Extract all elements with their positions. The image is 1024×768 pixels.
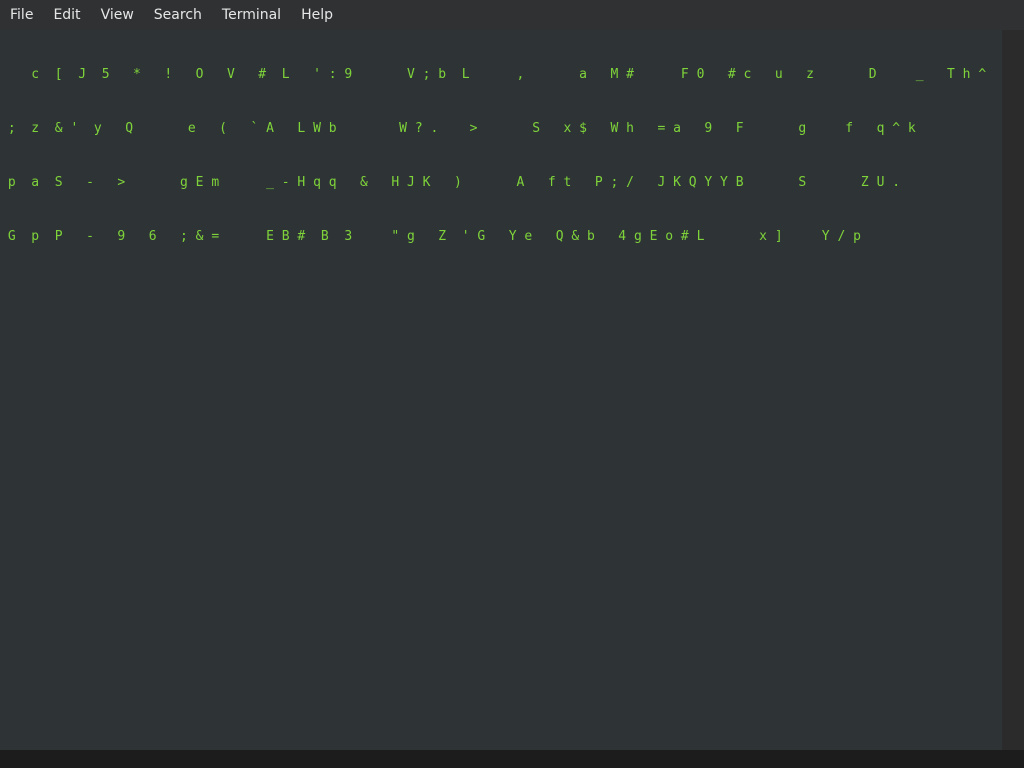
menu-file[interactable]: File (10, 7, 33, 23)
terminal-view[interactable]: c [ J 5 * ! O V # L ' : 9 V ; b L , a M … (0, 30, 1002, 750)
matrix-row: G p P - 9 6 ; & = E B # B 3 " g Z ' G Y … (0, 229, 861, 244)
menu-help[interactable]: Help (301, 7, 333, 23)
matrix-row: ; z & ' y Q e ( ` A L W b W ? . > S x $ … (0, 121, 916, 136)
matrix-rain: c [ J 5 * ! O V # L ' : 9 V ; b L , a M … (0, 30, 986, 282)
matrix-row: p a S - > g E m _ - H q q & H J K ) A f … (0, 175, 901, 190)
menu-search[interactable]: Search (154, 7, 202, 23)
menu-edit[interactable]: Edit (53, 7, 80, 23)
menu-view[interactable]: View (101, 7, 134, 23)
matrix-row: c [ J 5 * ! O V # L ' : 9 V ; b L , a M … (0, 67, 987, 82)
menu-terminal[interactable]: Terminal (222, 7, 281, 23)
scrollbar[interactable] (1002, 30, 1024, 750)
menu-bar: File Edit View Search Terminal Help (0, 0, 1024, 30)
window-bottom-edge (0, 750, 1024, 768)
